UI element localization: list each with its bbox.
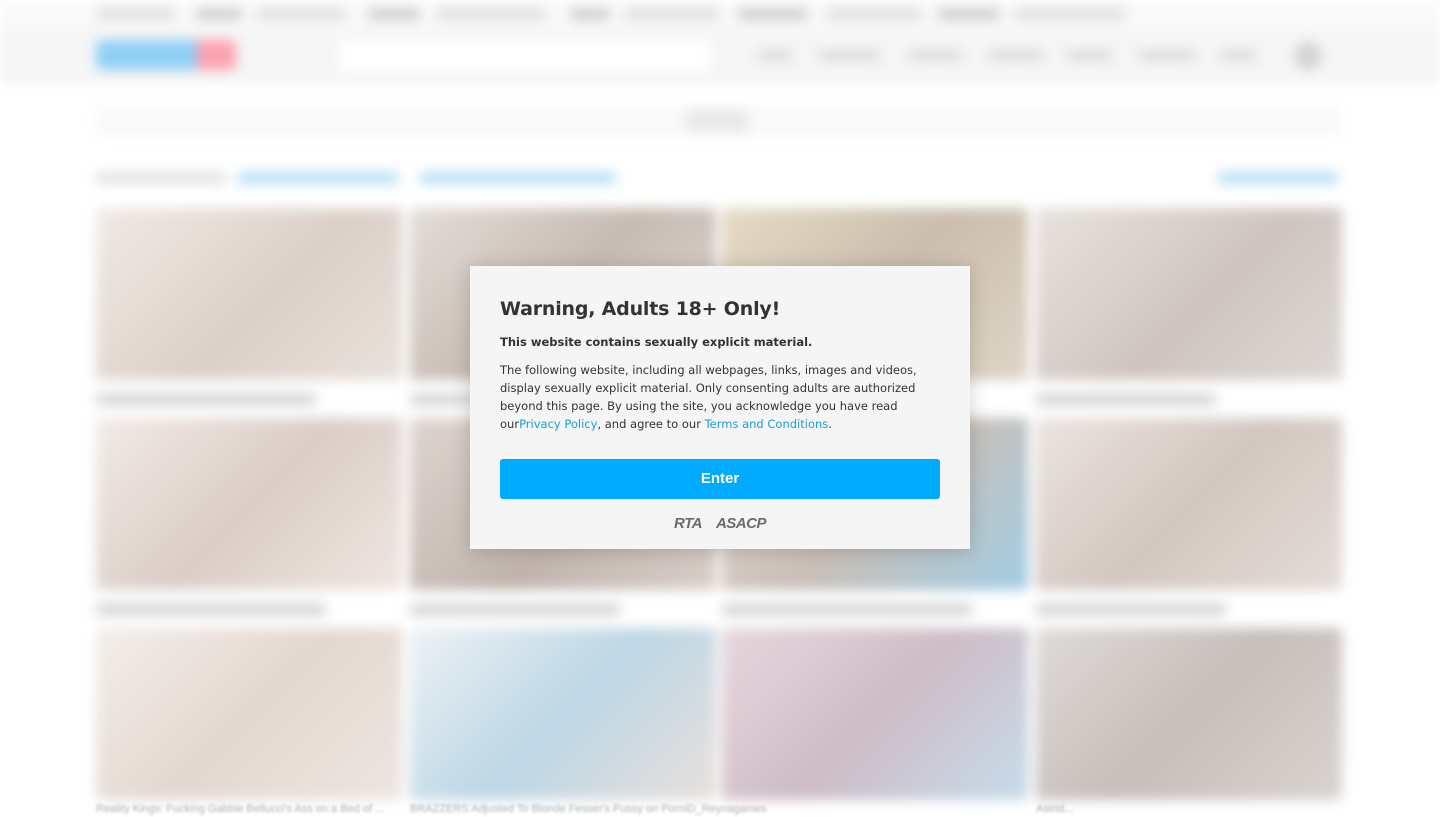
rating-badges: RTA ASACP — [500, 515, 940, 532]
terms-link[interactable]: Terms and Conditions — [705, 417, 829, 431]
modal-body: The following website, including all web… — [500, 361, 940, 433]
modal-subtitle: This website contains sexually explicit … — [500, 335, 813, 349]
modal-body-text: , and agree to our — [597, 417, 705, 431]
enter-button[interactable]: Enter — [500, 459, 940, 499]
modal-body-text: . — [828, 417, 832, 431]
asacp-badge: ASACP — [715, 515, 767, 532]
privacy-policy-link[interactable]: Privacy Policy — [519, 417, 597, 431]
age-verification-modal: Warning, Adults 18+ Only! This website c… — [470, 266, 970, 549]
rta-badge: RTA — [674, 515, 702, 532]
modal-title: Warning, Adults 18+ Only! — [500, 298, 781, 320]
